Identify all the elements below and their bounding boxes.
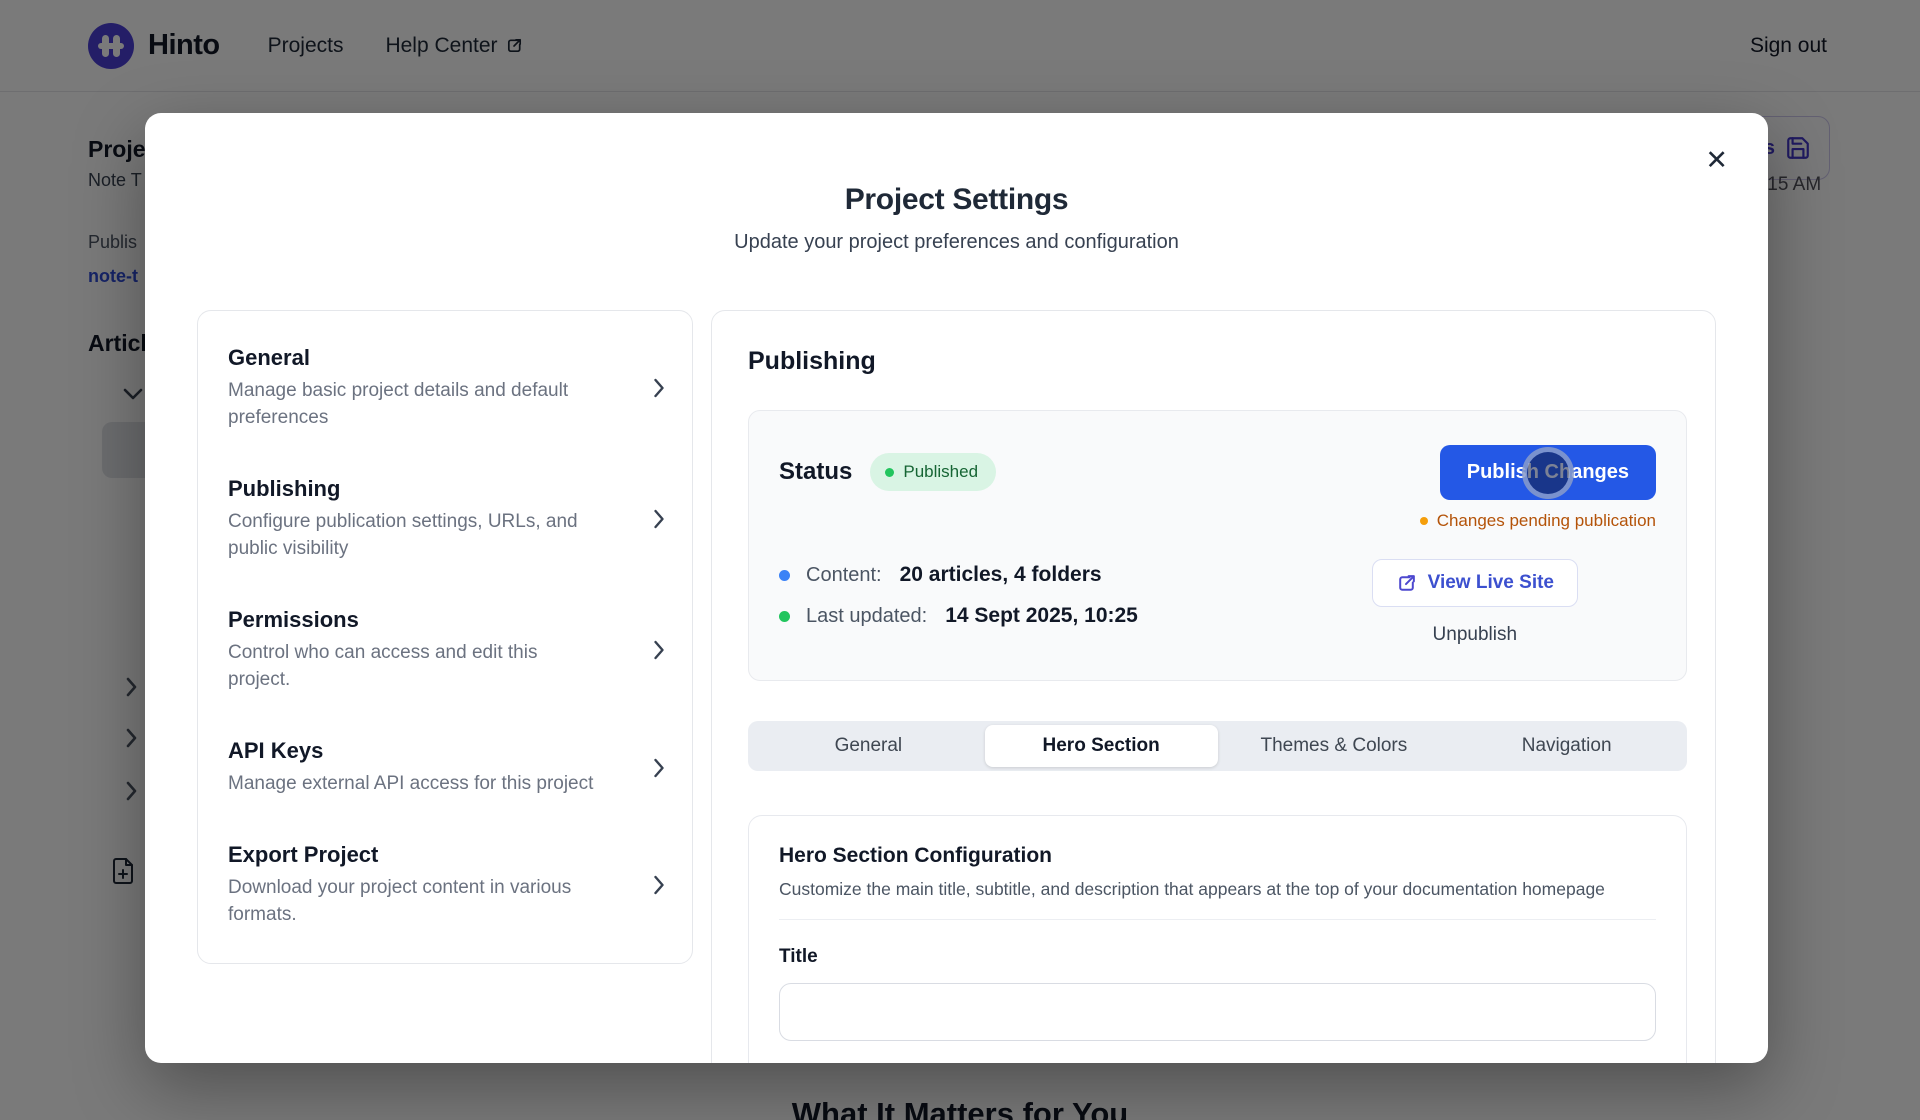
settings-nav-card: General Manage basic project details and… <box>197 310 693 964</box>
settings-item-title: Publishing <box>228 476 628 502</box>
divider <box>779 919 1656 920</box>
settings-item-title: Permissions <box>228 607 628 633</box>
updated-label: Last updated: <box>806 605 927 628</box>
content-meta-row: Content: 20 articles, 4 folders <box>779 563 1138 587</box>
publishing-tabbar: General Hero Section Themes & Colors Nav… <box>748 721 1687 771</box>
modal-header: Project Settings Update your project pre… <box>145 113 1768 254</box>
view-live-site-button[interactable]: View Live Site <box>1372 559 1578 607</box>
panel-heading: Publishing <box>748 347 1687 376</box>
settings-item-permissions[interactable]: Permissions Control who can access and e… <box>198 585 692 716</box>
settings-item-title: General <box>228 345 628 371</box>
view-live-site-label: View Live Site <box>1428 572 1554 594</box>
chevron-right-icon <box>652 639 666 661</box>
hero-card-desc: Customize the main title, subtitle, and … <box>779 879 1656 900</box>
unpublish-button[interactable]: Unpublish <box>1433 624 1518 646</box>
green-dot-icon <box>885 468 894 477</box>
chevron-right-icon <box>652 874 666 896</box>
close-icon[interactable]: ✕ <box>1705 147 1728 174</box>
project-settings-modal: ✕ Project Settings Update your project p… <box>145 113 1768 1063</box>
settings-item-publishing[interactable]: Publishing Configure publication setting… <box>198 454 692 585</box>
hero-section-card: Hero Section Configuration Customize the… <box>748 815 1687 1063</box>
pending-note-label: Changes pending publication <box>1437 511 1656 531</box>
tab-general[interactable]: General <box>752 725 985 767</box>
settings-item-api-keys[interactable]: API Keys Manage external API access for … <box>198 716 692 820</box>
tab-navigation[interactable]: Navigation <box>1450 725 1683 767</box>
chevron-right-icon <box>652 757 666 779</box>
settings-item-title: API Keys <box>228 738 628 764</box>
updated-meta-row: Last updated: 14 Sept 2025, 10:25 <box>779 604 1138 628</box>
external-link-icon <box>1396 573 1417 594</box>
modal-subtitle: Update your project preferences and conf… <box>145 231 1768 254</box>
settings-item-general[interactable]: General Manage basic project details and… <box>198 323 692 454</box>
tab-hero-section[interactable]: Hero Section <box>985 725 1218 767</box>
status-card: Status Published Publish Changes <box>748 410 1687 681</box>
settings-item-desc: Manage external API access for this proj… <box>228 771 594 798</box>
blue-dot-icon <box>779 570 790 581</box>
settings-item-export-project[interactable]: Export Project Download your project con… <box>198 820 692 951</box>
title-field-label: Title <box>779 946 1656 968</box>
chevron-right-icon <box>652 508 666 530</box>
tab-themes-colors[interactable]: Themes & Colors <box>1218 725 1451 767</box>
screen: Hinto Projects Help Center Sign <box>0 0 1920 1120</box>
status-label: Status <box>779 458 852 486</box>
green-dot-icon <box>779 611 790 622</box>
settings-item-desc: Manage basic project details and default… <box>228 378 594 432</box>
updated-value: 14 Sept 2025, 10:25 <box>945 604 1138 628</box>
settings-item-desc: Download your project content in various… <box>228 875 594 929</box>
status-badge-label: Published <box>903 462 978 482</box>
status-badge: Published <box>870 453 996 491</box>
title-input[interactable] <box>779 983 1656 1041</box>
publishing-panel: Publishing Status Published Publ <box>711 310 1716 1063</box>
publish-changes-button[interactable]: Publish Changes <box>1440 445 1656 500</box>
content-label: Content: <box>806 564 882 587</box>
content-value: 20 articles, 4 folders <box>900 563 1102 587</box>
settings-item-desc: Control who can access and edit this pro… <box>228 640 594 694</box>
pending-note: Changes pending publication <box>1420 511 1656 531</box>
modal-title: Project Settings <box>145 183 1768 217</box>
chevron-right-icon <box>652 377 666 399</box>
publish-changes-label: Publish Changes <box>1467 461 1629 483</box>
hero-card-heading: Hero Section Configuration <box>779 844 1656 868</box>
orange-dot-icon <box>1420 517 1428 525</box>
settings-item-title: Export Project <box>228 842 628 868</box>
settings-item-desc: Configure publication settings, URLs, an… <box>228 509 594 563</box>
